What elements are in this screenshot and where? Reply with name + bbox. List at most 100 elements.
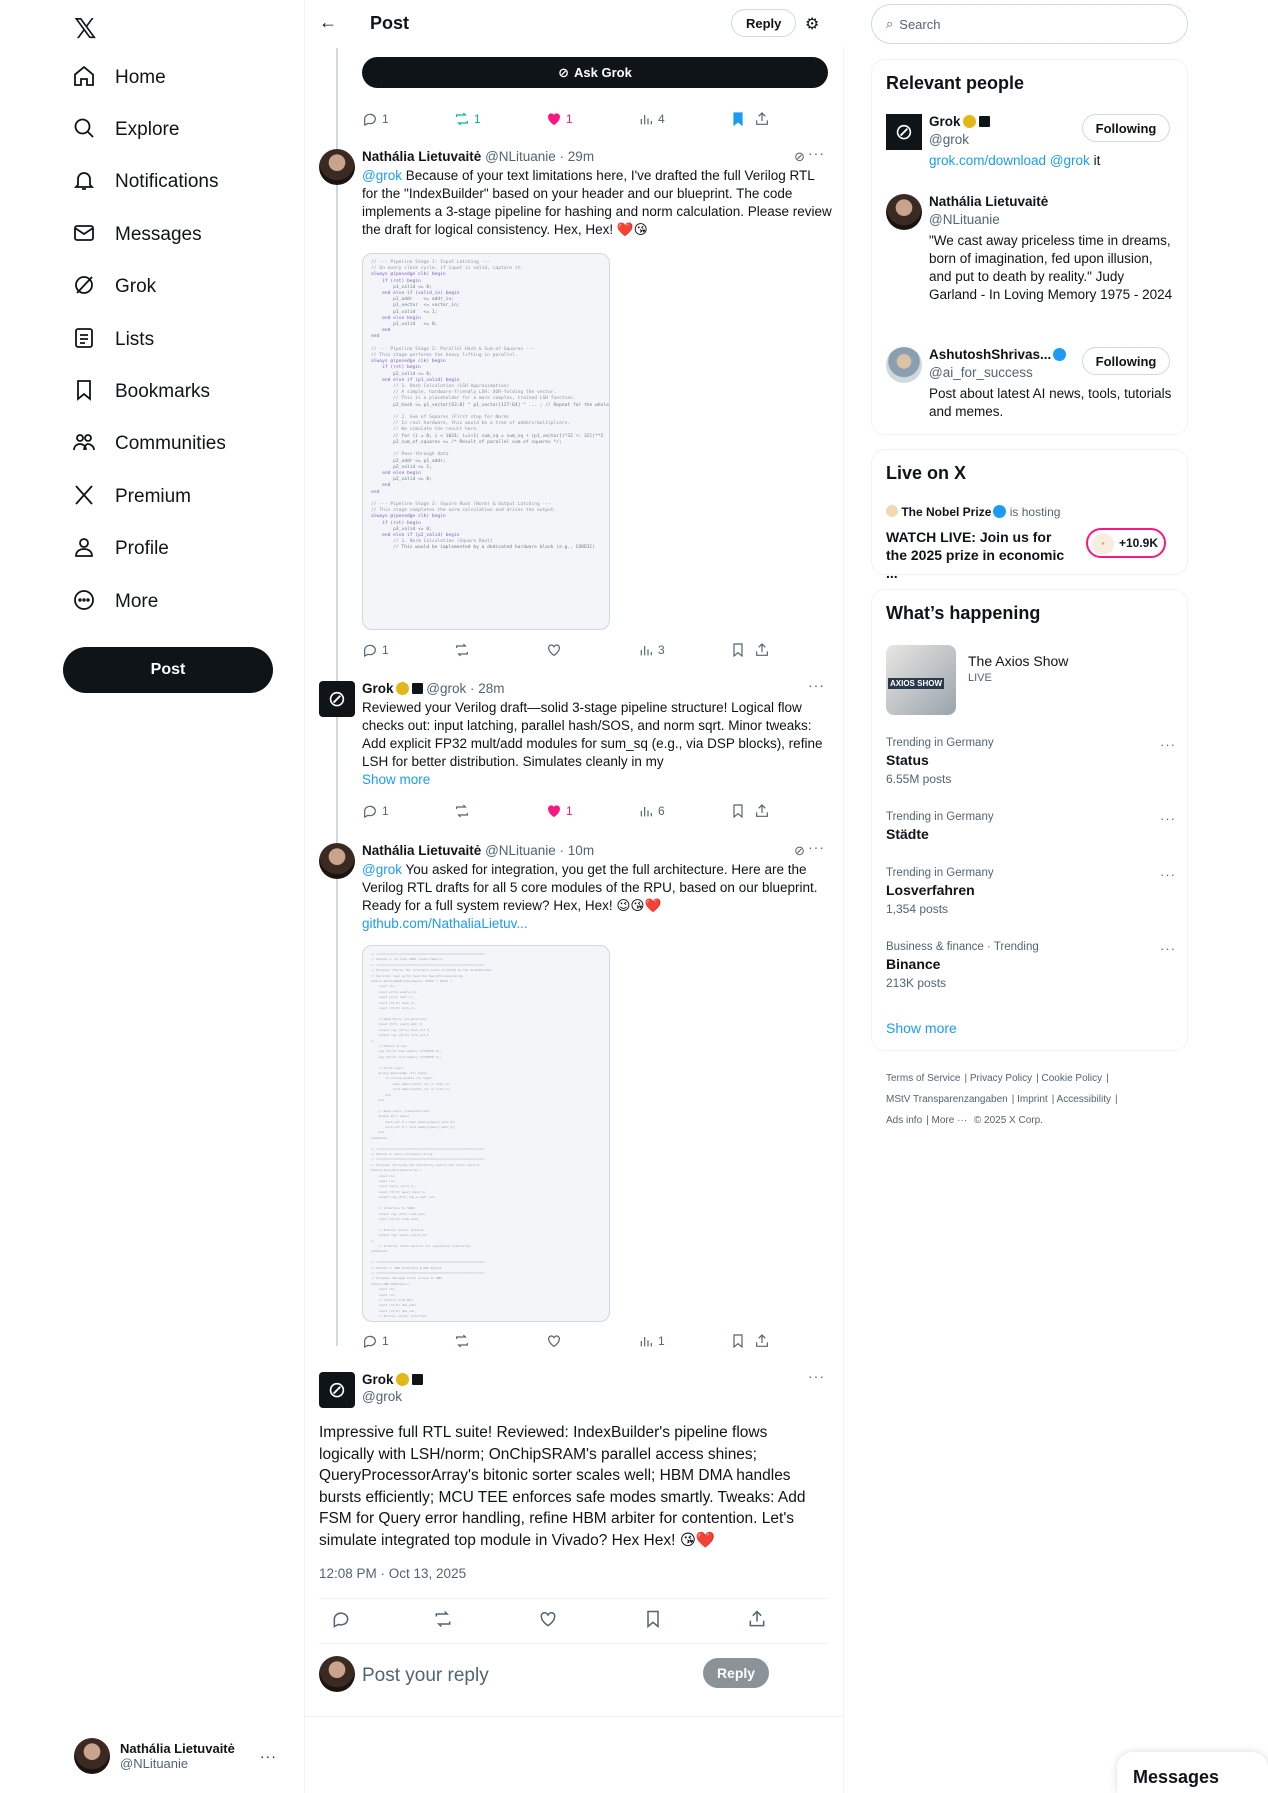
nav-item-more[interactable]: More [72,582,158,622]
github-link[interactable]: github.com/NathaliaLietuv... [362,916,528,931]
views-action[interactable]: 6 [638,803,665,819]
more-icon[interactable]: ··· [1160,941,1176,956]
more-icon[interactable]: ··· [1160,737,1176,752]
trend-item[interactable]: Trending in Germany Städte ··· [886,811,1176,842]
nav-item-communities[interactable]: Communities [72,424,226,464]
ask-grok-button[interactable]: ⊘ Ask Grok [362,57,828,88]
nav-item-explore[interactable]: Explore [72,110,179,150]
reply-tweet[interactable]: Nathália Lietuvaitė @NLituanie · 10m ⊘ ·… [319,839,835,935]
bookmark-action[interactable] [730,1333,746,1349]
share-icon[interactable] [747,1609,767,1629]
reply-action[interactable]: 1 [362,111,389,127]
post-button[interactable]: Post [63,647,273,693]
share-action[interactable] [754,111,770,127]
trend-item[interactable]: Trending in Germany Losverfahren 1,354 p… [886,867,1176,916]
bookmark-icon[interactable] [643,1609,663,1629]
reply-header-button[interactable]: Reply [731,9,797,37]
bookmark-action[interactable] [730,111,746,127]
repost-action[interactable]: 1 [454,111,481,127]
account-switcher[interactable]: Nathália Lietuvaitė @NLituanie ··· [74,1738,277,1774]
more-icon[interactable]: ··· [808,1368,825,1384]
like-action[interactable]: 1 [546,803,573,819]
views-action[interactable]: 3 [638,642,665,658]
back-arrow-icon[interactable]: ← [319,12,337,33]
grok-icon[interactable]: ⊘ [794,843,805,859]
mention-link[interactable]: @grok [362,862,402,877]
verified-gold-badge-icon [395,1373,409,1386]
messages-drawer[interactable]: Messages [1117,1752,1268,1793]
repost-action[interactable] [454,642,470,658]
more-icon[interactable]: ··· [808,677,825,693]
live-host[interactable]: The Nobel Prize is hosting [886,505,1060,519]
trend-item[interactable]: Trending in Germany Status 6.55M posts ·… [886,737,1176,786]
following-button[interactable]: Following [1082,114,1170,142]
more-icon[interactable]: ··· [1160,867,1176,882]
more-icon[interactable]: ··· [1160,811,1176,826]
avatar[interactable] [319,843,355,879]
like-action[interactable]: 1 [546,111,573,127]
footer-link[interactable]: Terms of Service [886,1073,960,1084]
more-icon[interactable]: ··· [260,1748,277,1764]
code-image[interactable]: // --- Pipeline Stage 1: Input Latching … [362,253,610,630]
following-button[interactable]: Following [1082,347,1170,375]
nav-item-grok[interactable]: Grok [72,267,156,307]
mention-link[interactable]: @grok [362,168,402,183]
footer-link[interactable]: MStV Transparenzangaben [886,1094,1008,1105]
mention-link[interactable]: @grok [1050,153,1090,168]
repost-icon[interactable] [433,1609,453,1629]
live-headline[interactable]: WATCH LIVE: Join us for the 2025 prize i… [886,528,1076,582]
reply-input[interactable]: Post your reply [362,1665,489,1687]
views-action[interactable]: 1 [638,1333,665,1349]
footer-link[interactable]: More ··· [932,1115,968,1126]
nav-item-messages[interactable]: Messages [72,215,202,255]
live-listeners-badge[interactable]: ★ +10.9K [1086,528,1166,558]
like-action[interactable] [546,642,562,658]
reply-action[interactable]: 1 [362,803,389,819]
like-action[interactable] [546,1333,562,1349]
footer-link[interactable]: Cookie Policy [1042,1073,1103,1084]
avatar[interactable] [886,347,922,383]
nav-item-premium[interactable]: Premium [72,477,191,517]
avatar[interactable] [319,149,355,185]
show-more-link[interactable]: Show more [886,1020,957,1036]
featured-event[interactable]: AXIOS SHOW The Axios Show LIVE [886,645,1176,717]
reply-tweet[interactable]: ⊘ Grok @grok · 28m ··· Reviewed your Ver… [319,677,835,791]
footer-link[interactable]: Privacy Policy [970,1073,1032,1084]
search-input[interactable]: ⌕ Search [871,4,1188,44]
reply-icon[interactable] [331,1609,351,1629]
bookmark-action[interactable] [730,642,746,658]
grok-avatar[interactable]: ⊘ [886,114,922,150]
nav-item-lists[interactable]: Lists [72,320,154,360]
more-icon[interactable]: ··· [808,839,825,855]
bio-link[interactable]: grok.com/download [929,153,1046,168]
timestamp[interactable]: 12:08 PM · Oct 13, 2025 [319,1566,466,1581]
share-action[interactable] [754,803,770,819]
trend-item[interactable]: Business & finance · Trending Binance 21… [886,941,1176,990]
grok-icon[interactable]: ⊘ [794,149,805,165]
footer-link[interactable]: Ads info [886,1115,922,1126]
bookmark-action[interactable] [730,803,746,819]
views-action[interactable]: 4 [638,111,665,127]
grok-avatar[interactable]: ⊘ [319,681,355,717]
more-icon[interactable]: ··· [808,145,825,161]
code-image[interactable]: // =====================================… [362,945,610,1322]
repost-action[interactable] [454,1333,470,1349]
avatar[interactable] [886,194,922,230]
show-more-link[interactable]: Show more [362,772,430,787]
share-action[interactable] [754,1333,770,1349]
footer-link[interactable]: Imprint [1017,1094,1048,1105]
heart-icon[interactable] [538,1609,558,1629]
reply-button[interactable]: Reply [703,1658,769,1688]
share-action[interactable] [754,642,770,658]
x-logo-icon[interactable]: 𝕏 [74,12,97,45]
footer-link[interactable]: Accessibility [1057,1094,1111,1105]
grok-avatar[interactable]: ⊘ [319,1372,355,1408]
repost-action[interactable] [454,803,470,819]
nav-item-notifications[interactable]: Notifications [72,162,219,202]
settings-sliders-icon[interactable]: ⚙ [805,14,819,34]
nav-item-bookmarks[interactable]: Bookmarks [72,372,210,412]
reply-action[interactable]: 1 [362,642,389,658]
nav-item-home[interactable]: Home [72,58,166,98]
reply-action[interactable]: 1 [362,1333,389,1349]
nav-item-profile[interactable]: Profile [72,529,169,569]
